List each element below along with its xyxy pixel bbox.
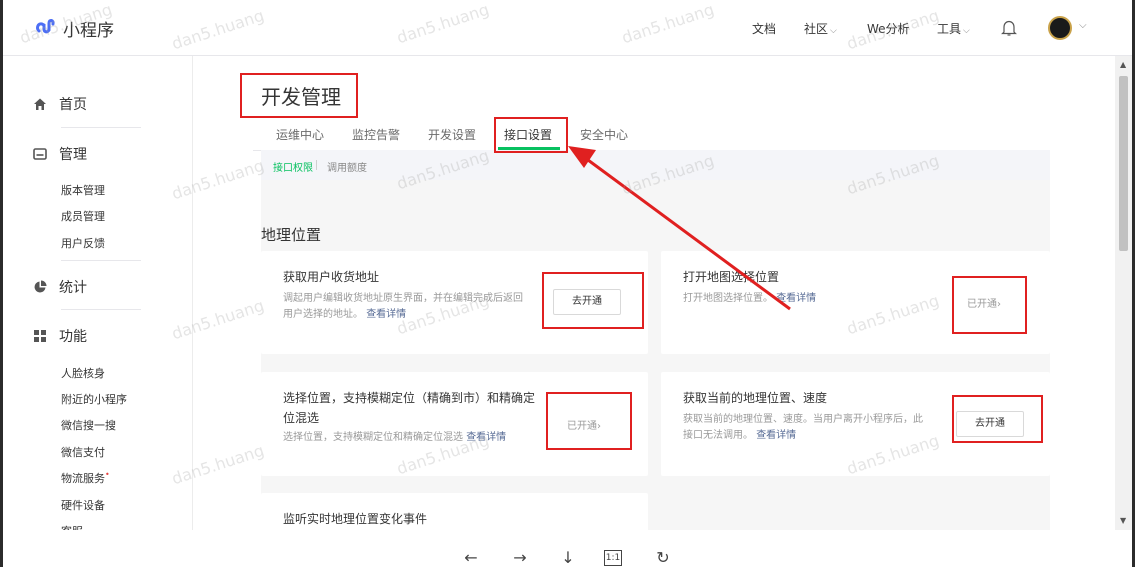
sidebar-item-wechat-pay[interactable]: 微信支付 xyxy=(61,444,105,460)
vertical-scrollbar[interactable]: ▲ ▼ xyxy=(1115,56,1132,530)
sidebar-divider xyxy=(61,260,141,261)
sidebar-home-label: 首页 xyxy=(59,97,87,113)
sidebar-item-user-feedback[interactable]: 用户反馈 xyxy=(61,235,105,251)
sidebar-item-wechat-search[interactable]: 微信搜一搜 xyxy=(61,417,116,433)
rotate-icon[interactable]: ↻ xyxy=(653,548,673,567)
subtab-separator xyxy=(316,160,317,170)
card-description: 选择位置，支持模糊定位和精确定位混选 查看详情 xyxy=(283,430,533,446)
sidebar-item-customer-service[interactable]: 客服 xyxy=(61,523,83,530)
api-card-location-change: 监听实时地理位置变化事件 xyxy=(261,493,648,530)
section-title-location: 地理位置 xyxy=(261,226,322,244)
sidebar-item-nearby-mini-programs[interactable]: 附近的小程序 xyxy=(61,391,127,407)
card-desc-text: 打开地图选择位置。 xyxy=(683,293,773,304)
view-details-link[interactable]: 查看详情 xyxy=(776,293,816,304)
card-title: 获取当前的地理位置、速度 xyxy=(683,391,828,405)
sidebar-item-version-management[interactable]: 版本管理 xyxy=(61,182,105,198)
sidebar-manage-label: 管理 xyxy=(59,147,87,163)
sidebar-item-logistics[interactable]: 物流服务• xyxy=(61,470,110,486)
image-viewer-toolbar: ← → ↓ 1:1 ↻ xyxy=(3,530,1132,567)
sidebar-logistics-label: 物流服务 xyxy=(61,472,105,485)
pie-chart-icon xyxy=(34,280,47,293)
annotation-box-enable-button xyxy=(542,272,644,329)
card-title: 监听实时地理位置变化事件 xyxy=(283,512,428,526)
tab-ops-center[interactable]: 运维中心 xyxy=(276,126,324,143)
nav-we-analytics-link[interactable]: We分析 xyxy=(867,20,910,37)
nav-community-dropdown[interactable]: 社区 ⌵ xyxy=(804,20,837,37)
manage-icon xyxy=(33,148,47,160)
notification-bell-icon[interactable] xyxy=(1001,19,1017,37)
subtab-bar: 接口权限 调用额度 xyxy=(261,150,1050,180)
sidebar-item-face-verification[interactable]: 人脸核身 xyxy=(61,365,105,381)
view-details-link[interactable]: 查看详情 xyxy=(756,430,796,441)
sidebar-features-label: 功能 xyxy=(59,329,87,345)
scrollbar-thumb[interactable] xyxy=(1119,76,1128,251)
tab-monitoring-alerts[interactable]: 监控告警 xyxy=(352,126,400,143)
sidebar-statistics-label: 统计 xyxy=(59,280,87,296)
new-badge-dot: • xyxy=(105,470,110,479)
user-avatar[interactable] xyxy=(1048,16,1072,40)
nav-tools-label: 工具 xyxy=(937,22,962,36)
prev-arrow-icon[interactable]: ← xyxy=(461,548,481,567)
sidebar-divider xyxy=(61,127,141,128)
subtab-call-quota[interactable]: 调用额度 xyxy=(327,159,367,174)
nav-we-analytics-label: We分析 xyxy=(867,22,910,36)
card-desc-text: 获取当前的地理位置、速度。当用户离开小程序后，此接口无法调用。 xyxy=(683,414,923,441)
next-arrow-icon[interactable]: → xyxy=(510,548,530,567)
api-permission-panel: 地理位置 获取用户收货地址 调起用户编辑收货地址原生界面，并在编辑完成后返回用户… xyxy=(261,180,1050,530)
grid-icon xyxy=(34,330,46,342)
card-title: 打开地图选择位置 xyxy=(683,270,780,284)
home-icon xyxy=(34,98,46,110)
top-navigation-bar: 小程序 文档 社区 ⌵ We分析 工具 ⌵ ⌵ xyxy=(3,0,1132,56)
chevron-down-icon[interactable]: ⌵ xyxy=(1079,20,1087,31)
tab-security-center[interactable]: 安全中心 xyxy=(580,126,628,143)
mini-program-logo-icon[interactable] xyxy=(33,14,57,38)
nav-docs-link[interactable]: 文档 xyxy=(752,20,776,37)
sidebar: 首页 管理 版本管理 成员管理 用户反馈 统计 功能 人脸核身 附近的小程序 微… xyxy=(3,56,193,530)
sidebar-item-features[interactable]: 功能 xyxy=(33,326,87,346)
tab-dev-settings[interactable]: 开发设置 xyxy=(428,126,476,143)
card-desc-text: 选择位置，支持模糊定位和精确定位混选 xyxy=(283,432,463,443)
actual-size-icon[interactable]: 1:1 xyxy=(604,550,622,566)
card-description: 打开地图选择位置。 查看详情 xyxy=(683,291,928,307)
sidebar-item-statistics[interactable]: 统计 xyxy=(33,277,87,297)
sidebar-divider xyxy=(61,309,141,310)
nav-community-label: 社区 xyxy=(804,22,829,36)
sidebar-item-manage[interactable]: 管理 xyxy=(33,144,87,164)
card-title: 选择位置，支持模糊定位（精确到市）和精确定位混选 xyxy=(283,391,536,425)
card-description: 获取当前的地理位置、速度。当用户离开小程序后，此接口无法调用。 查看详情 xyxy=(683,412,928,444)
download-arrow-icon[interactable]: ↓ xyxy=(558,548,578,567)
annotation-box-enable-button xyxy=(952,395,1043,443)
chevron-down-icon: ⌵ xyxy=(963,26,970,36)
sidebar-item-home[interactable]: 首页 xyxy=(33,94,87,114)
view-details-link[interactable]: 查看详情 xyxy=(366,309,406,320)
chevron-down-icon: ⌵ xyxy=(830,26,837,36)
sidebar-item-member-management[interactable]: 成员管理 xyxy=(61,208,105,224)
app-title[interactable]: 小程序 xyxy=(63,16,114,41)
annotation-box-page-title xyxy=(240,73,358,118)
annotation-box-api-settings-tab xyxy=(494,117,568,153)
annotation-box-enabled-status xyxy=(952,276,1027,334)
view-details-link[interactable]: 查看详情 xyxy=(466,432,506,443)
subtab-api-permissions[interactable]: 接口权限 xyxy=(273,159,313,174)
scroll-up-arrow[interactable]: ▲ xyxy=(1120,60,1126,69)
card-description: 调起用户编辑收货地址原生界面，并在编辑完成后返回用户选择的地址。 查看详情 xyxy=(283,291,528,323)
annotation-box-enabled-status xyxy=(546,392,632,450)
card-title: 获取用户收货地址 xyxy=(283,270,380,284)
sidebar-item-hardware[interactable]: 硬件设备 xyxy=(61,497,105,513)
nav-docs-label: 文档 xyxy=(752,22,777,36)
nav-tools-dropdown[interactable]: 工具 ⌵ xyxy=(937,20,970,37)
scroll-down-arrow[interactable]: ▼ xyxy=(1120,516,1126,525)
